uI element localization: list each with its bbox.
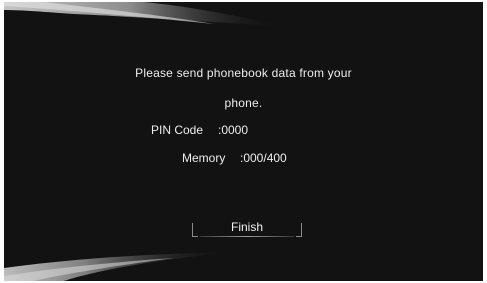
button-underline	[200, 236, 294, 237]
button-bracket-right	[296, 223, 302, 237]
phonebook-transfer-screen: Please send phonebook data from your pho…	[4, 2, 483, 281]
pin-code-value: :0000	[218, 123, 249, 137]
memory-label: Memory	[182, 151, 226, 165]
pin-code-label: PIN Code	[151, 123, 204, 137]
finish-button[interactable]: Finish	[192, 217, 302, 237]
memory-value: :000/400	[240, 151, 287, 165]
finish-button-label: Finish	[230, 220, 263, 234]
decorative-swoosh	[4, 2, 284, 281]
message-line-1: Please send phonebook data from your	[135, 66, 352, 80]
button-bracket-left	[192, 223, 198, 237]
message-line-2: phone.	[224, 96, 263, 110]
